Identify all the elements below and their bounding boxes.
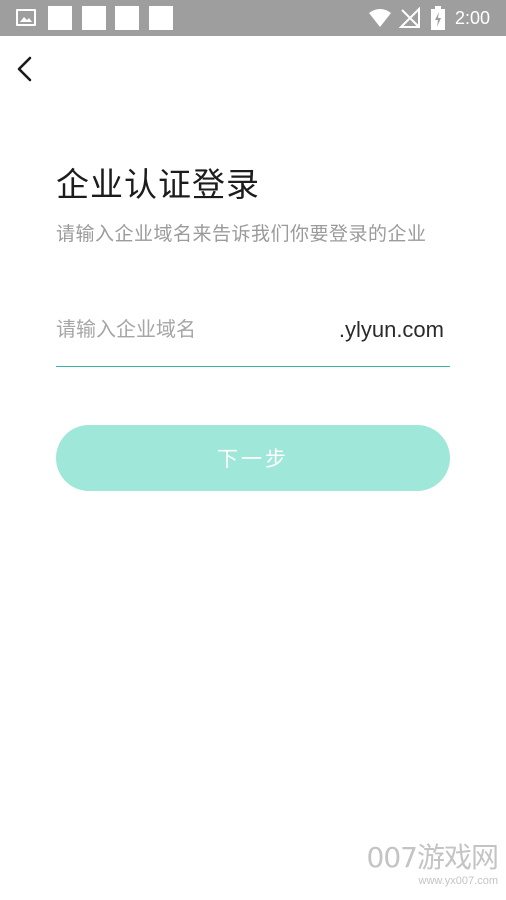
- watermark-url: www.yx007.com: [418, 875, 498, 887]
- page-subtitle: 请输入企业域名来告诉我们你要登录的企业: [56, 223, 427, 245]
- enterprise-login-screen: 2:00 企业认证登录 请输入企业域名来告诉我们你要登录的企业 .ylyun.c…: [0, 0, 506, 900]
- notification-square-icon: [149, 6, 173, 30]
- status-bar: 2:00: [0, 0, 506, 36]
- domain-suffix: .ylyun.com: [338, 317, 444, 342]
- status-time: 2:00: [455, 8, 491, 28]
- notification-square-icon: [48, 6, 72, 30]
- next-button[interactable]: 下一步: [56, 425, 450, 491]
- watermark-logo: 007游戏网: [366, 841, 499, 874]
- notification-square-icon: [82, 6, 106, 30]
- back-button[interactable]: [10, 52, 44, 86]
- battery-charging-icon: [431, 6, 445, 30]
- page-title: 企业认证登录: [56, 165, 260, 204]
- notification-square-icon: [115, 6, 139, 30]
- domain-input[interactable]: [56, 311, 326, 347]
- watermark: 007游戏网 www.yx007.com: [366, 841, 499, 888]
- wifi-icon: [369, 9, 391, 27]
- no-signal-icon: [399, 7, 420, 28]
- gallery-icon: [16, 9, 36, 26]
- chevron-left-icon: [17, 56, 32, 82]
- domain-field: .ylyun.com: [56, 305, 450, 367]
